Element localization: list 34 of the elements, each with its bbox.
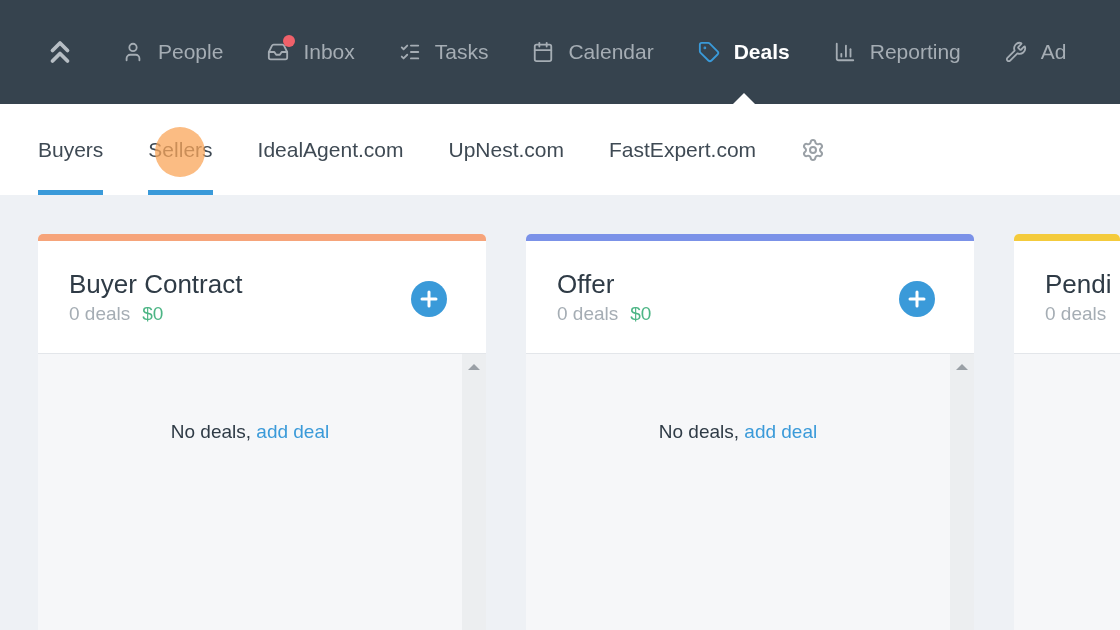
empty-message: No deals, (658, 419, 741, 444)
add-deal-button[interactable] (411, 281, 447, 317)
add-deal-link[interactable]: add deal (256, 417, 330, 447)
chart-icon (833, 41, 856, 63)
deal-value: $0 (142, 302, 164, 326)
deal-count: 0 deals (1045, 302, 1107, 326)
nav-item[interactable]: Ad (1004, 0, 1067, 104)
deal-count: 0 deals (69, 302, 131, 326)
tray-icon (267, 41, 290, 63)
column-title: Offer (557, 268, 616, 301)
nav-item[interactable]: Tasks (398, 0, 489, 104)
tab[interactable]: Buyers (38, 104, 104, 195)
deal-value: $0 (630, 302, 652, 326)
nav-item[interactable]: Calendar (532, 0, 654, 104)
settings-icon[interactable] (801, 137, 826, 162)
tab[interactable]: IdealAgent.com (257, 104, 404, 195)
nav-item[interactable]: Reporting (833, 0, 961, 104)
scrollbar[interactable] (950, 354, 974, 630)
add-deal-button[interactable] (899, 281, 935, 317)
scrollbar[interactable] (462, 354, 486, 630)
deal-count: 0 deals (557, 302, 619, 326)
column-title: Pendi (1045, 268, 1112, 301)
column-title: Buyer Contract (69, 268, 243, 301)
tag-icon (697, 41, 720, 63)
tab[interactable]: UpNest.com (448, 104, 565, 195)
nav-item[interactable]: Inbox (267, 0, 355, 104)
add-deal-link[interactable]: add deal (744, 417, 818, 447)
tab[interactable]: FastExpert.com (609, 104, 757, 195)
wrench-icon (1004, 41, 1027, 63)
nav-item[interactable]: People (122, 0, 224, 104)
scroll-up-icon (956, 364, 968, 370)
empty-message: No deals, (170, 419, 253, 444)
calendar-icon (532, 41, 555, 63)
scroll-up-icon (468, 364, 480, 370)
